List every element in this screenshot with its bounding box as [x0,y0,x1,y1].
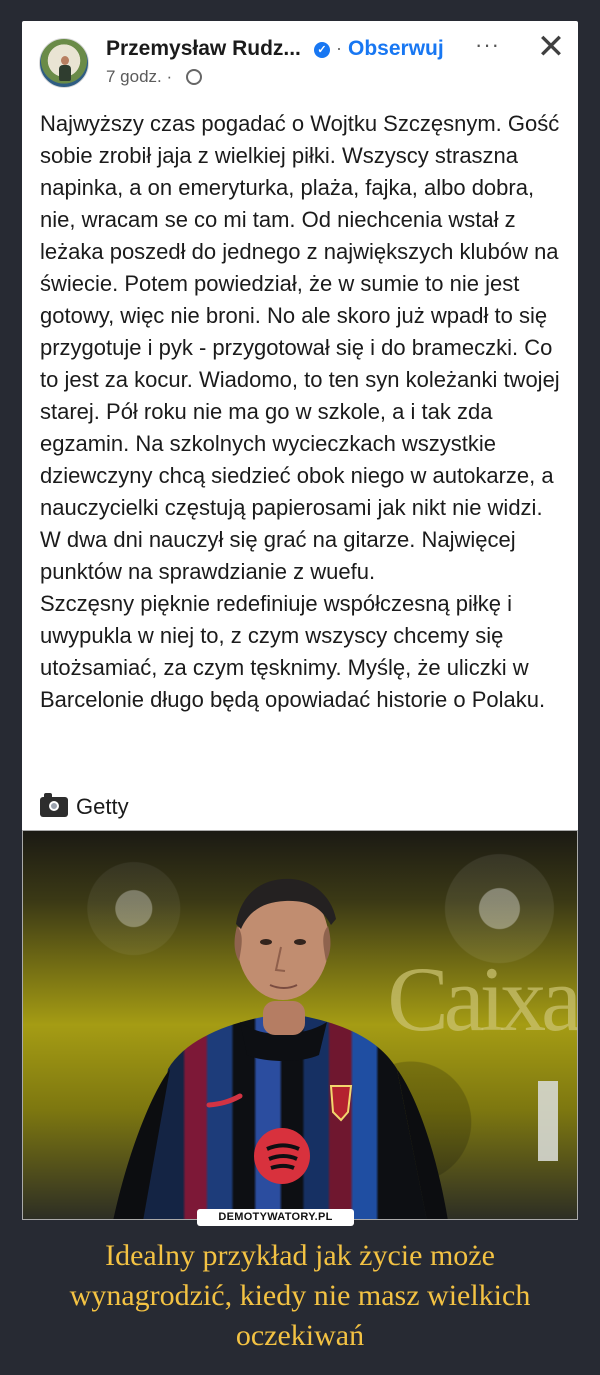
demotywator-caption: Idealny przykład jak życie może wynagrod… [69,1239,531,1352]
close-icon[interactable]: ✕ [536,29,566,65]
verified-icon: ✓ [314,42,330,58]
header-separator: · [336,38,342,58]
photo-credit: Getty [40,791,129,823]
camera-icon [40,793,68,817]
post-header: Przemysław Rudz... ✓ · Obserwuj 7 godz. … [22,21,578,101]
photo-credit-label: Getty [76,794,129,819]
post-time[interactable]: 7 godz. · [106,67,172,87]
more-options-icon[interactable]: ··· [475,34,505,58]
post-body: Najwyższy czas pogadać o Wojtku Szczęsny… [40,111,560,712]
globe-icon [186,69,202,85]
post-photo[interactable]: Caixa [22,830,578,1220]
player-photo [113,878,558,1219]
avatar-body [59,65,71,81]
profile-avatar[interactable] [39,38,89,88]
author-name[interactable]: Przemysław Rudz... [106,37,301,61]
follow-button[interactable]: Obserwuj [348,37,444,61]
post-card: Przemysław Rudz... ✓ · Obserwuj 7 godz. … [22,21,578,831]
watermark-label: DEMOTYWATORY.PL [197,1209,354,1226]
avatar-head [61,56,69,65]
